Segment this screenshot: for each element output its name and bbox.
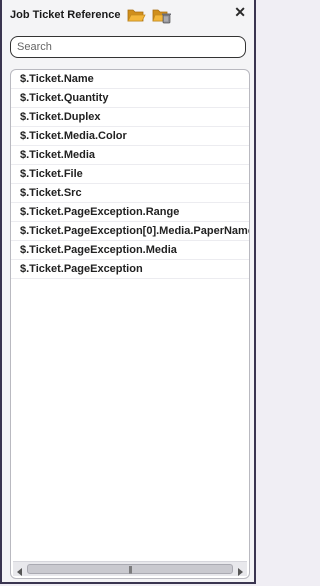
folder-delete-icon[interactable] (152, 6, 172, 24)
list-item[interactable]: $.Ticket.File (11, 165, 249, 184)
list-item[interactable]: $.Ticket.Duplex (11, 108, 249, 127)
search-input[interactable] (10, 36, 246, 58)
horizontal-scrollbar[interactable]: ||| (13, 561, 247, 576)
panel-header: Job Ticket Reference ✕ (2, 0, 254, 32)
list-item[interactable]: $.Ticket.PageException.Media (11, 241, 249, 260)
list-item[interactable]: $.Ticket.PageException[0].Media.PaperNam… (11, 222, 249, 241)
scrollbar-thumb[interactable]: ||| (27, 564, 233, 574)
list-item[interactable]: $.Ticket.Media.Color (11, 127, 249, 146)
reference-list-items: $.Ticket.Name $.Ticket.Quantity $.Ticket.D… (11, 70, 249, 279)
panel-title: Job Ticket Reference (10, 9, 121, 21)
list-item[interactable]: $.Ticket.Src (11, 184, 249, 203)
scroll-right-icon[interactable] (235, 564, 245, 576)
list-item[interactable]: $.Ticket.Name (11, 70, 249, 89)
list-item[interactable]: $.Ticket.PageException.Range (11, 203, 249, 222)
scrollbar-grip: ||| (128, 565, 132, 574)
reference-list: $.Ticket.Name $.Ticket.Quantity $.Ticket.D… (10, 69, 250, 579)
close-icon[interactable]: ✕ (234, 5, 246, 19)
scroll-left-icon[interactable] (15, 564, 25, 576)
job-ticket-reference-panel: Job Ticket Reference ✕ $.Ticket.Name$.Ti… (0, 0, 256, 584)
list-item[interactable]: $.Ticket.Media (11, 146, 249, 165)
folder-open-icon[interactable] (126, 6, 146, 24)
list-item[interactable]: $.Ticket.PageException (11, 260, 249, 279)
list-item[interactable]: $.Ticket.Quantity (11, 89, 249, 108)
